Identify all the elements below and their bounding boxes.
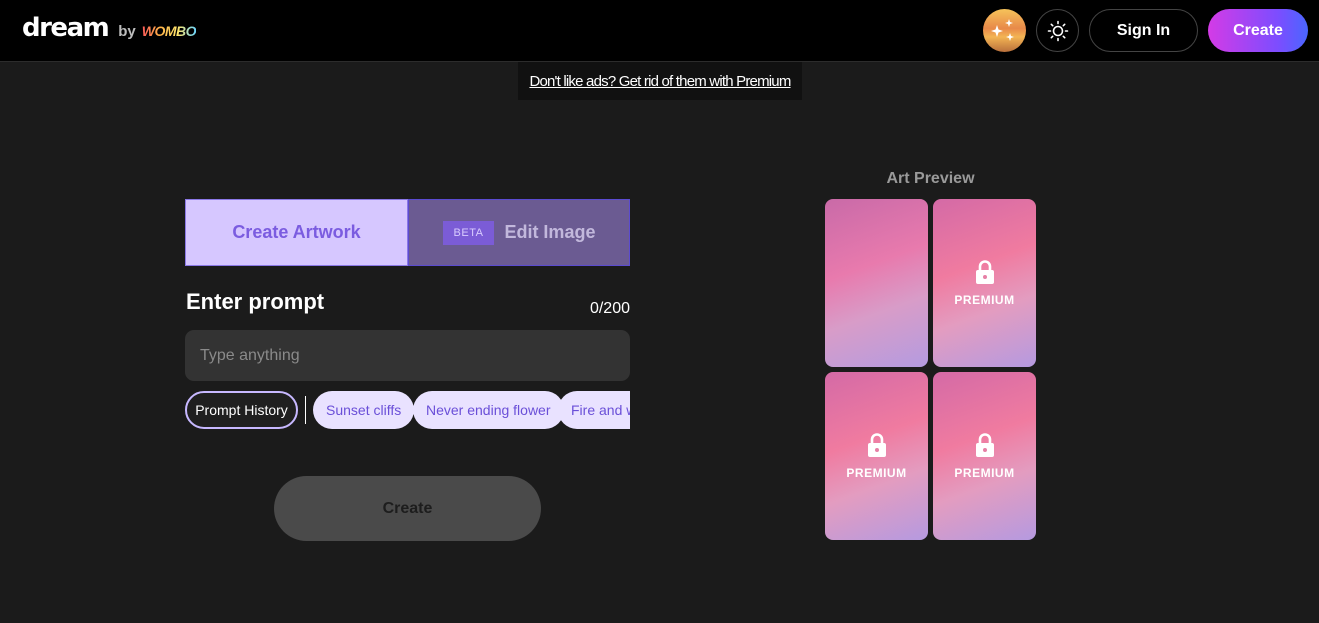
art-preview-card-premium[interactable]: PREMIUM	[933, 199, 1036, 367]
logo-wombo-text: WOMBO	[141, 23, 197, 39]
suggestion-chip[interactable]: Fire and water	[558, 391, 630, 429]
theme-toggle-button[interactable]	[1036, 9, 1079, 52]
tab-edit-image-label: Edit Image	[504, 222, 596, 242]
tab-edit-image[interactable]: BETA Edit Image	[408, 199, 630, 266]
prompt-char-counter: 0/200	[589, 300, 630, 317]
remove-ads-link[interactable]: Don't like ads? Get rid of them with Pre…	[529, 73, 791, 90]
lock-icon	[975, 260, 994, 284]
tab-create-artwork[interactable]: Create Artwork	[185, 199, 408, 266]
lock-icon	[975, 433, 994, 457]
logo-by-text: by	[118, 23, 136, 40]
suggestion-chip[interactable]: Never ending flower	[413, 391, 564, 429]
sparkle-icon	[991, 19, 1014, 41]
top-bar: dream by WOMBO Sign In Create	[0, 0, 1319, 62]
sun-icon	[1047, 20, 1068, 41]
prompt-input[interactable]	[185, 330, 630, 381]
premium-label: PREMIUM	[846, 466, 907, 480]
art-preview-card-premium[interactable]: PREMIUM	[825, 372, 928, 540]
create-button[interactable]: Create	[274, 476, 541, 541]
suggestion-chip[interactable]: Sunset cliffs	[313, 391, 415, 429]
chip-divider	[305, 396, 306, 424]
prompt-history-button[interactable]: Prompt History	[185, 391, 298, 429]
logo[interactable]: dream by WOMBO	[22, 13, 197, 43]
sparkle-avatar-icon[interactable]	[983, 9, 1026, 52]
art-preview-title: Art Preview	[886, 170, 975, 187]
mode-tabs: Create Artwork BETA Edit Image	[185, 199, 630, 266]
art-preview-card[interactable]	[825, 199, 928, 367]
sign-in-button[interactable]: Sign In	[1089, 9, 1198, 52]
header-create-button[interactable]: Create	[1208, 9, 1308, 52]
art-preview-card-premium[interactable]: PREMIUM	[933, 372, 1036, 540]
premium-label: PREMIUM	[954, 293, 1015, 307]
prompt-suggestions: Prompt History Sunset cliffs Never endin…	[185, 391, 630, 429]
logo-dream-text: dream	[22, 13, 110, 43]
premium-label: PREMIUM	[954, 466, 1015, 480]
prompt-heading: Enter prompt	[186, 289, 325, 314]
remove-ads-banner[interactable]: Don't like ads? Get rid of them with Pre…	[518, 62, 802, 100]
lock-icon	[867, 433, 886, 457]
beta-badge: BETA	[442, 220, 495, 245]
